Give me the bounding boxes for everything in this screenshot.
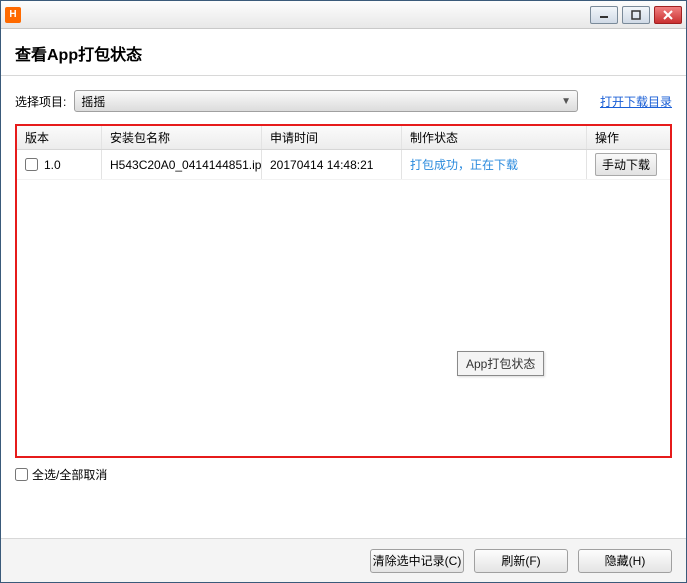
app-window: H 查看App打包状态 选择项目: 摇摇 ▼ 打开下载目录 [0, 0, 687, 583]
select-all-checkbox[interactable] [15, 468, 28, 481]
table-row: 1.0 H543C20A0_0414144851.ipa 20170414 14… [17, 150, 670, 180]
col-header-time: 申请时间 [262, 126, 402, 149]
col-header-op: 操作 [587, 126, 670, 149]
cell-version: 1.0 [44, 158, 61, 172]
select-all-label: 全选/全部取消 [32, 466, 107, 483]
manual-download-button[interactable]: 手动下载 [595, 153, 657, 176]
titlebar: H [1, 1, 686, 29]
table-header: 版本 安装包名称 申请时间 制作状态 操作 [17, 126, 670, 150]
open-download-dir-link[interactable]: 打开下载目录 [600, 93, 672, 110]
refresh-button[interactable]: 刷新(F) [474, 549, 568, 573]
app-icon: H [5, 7, 21, 23]
project-select-value: 摇摇 [81, 93, 105, 110]
project-select[interactable]: 摇摇 ▼ [74, 90, 578, 112]
close-icon [663, 10, 673, 20]
maximize-button[interactable] [622, 6, 650, 24]
col-header-version: 版本 [17, 126, 102, 149]
content-area: 选择项目: 摇摇 ▼ 打开下载目录 版本 安装包名称 申请时间 制作状态 操作 … [1, 76, 686, 483]
row-checkbox[interactable] [25, 158, 38, 171]
page-header: 查看App打包状态 [1, 29, 686, 76]
col-header-state: 制作状态 [402, 126, 587, 149]
clear-selected-button[interactable]: 清除选中记录(C) [370, 549, 464, 573]
page-title: 查看App打包状态 [15, 41, 672, 65]
window-controls [590, 6, 682, 24]
cell-time: 20170414 14:48:21 [262, 150, 402, 179]
chevron-down-icon: ▼ [561, 96, 571, 107]
close-button[interactable] [654, 6, 682, 24]
maximize-icon [631, 10, 641, 20]
footer: 清除选中记录(C) 刷新(F) 隐藏(H) [1, 538, 686, 582]
project-row: 选择项目: 摇摇 ▼ 打开下载目录 [15, 90, 672, 112]
cell-package: H543C20A0_0414144851.ipa [102, 150, 262, 179]
project-label: 选择项目: [15, 93, 66, 110]
minimize-icon [599, 10, 609, 20]
tooltip: App打包状态 [457, 351, 544, 376]
cell-state: 打包成功，正在下载 [410, 156, 518, 173]
status-table: 版本 安装包名称 申请时间 制作状态 操作 1.0 H543C20A0_0414… [15, 124, 672, 458]
hide-button[interactable]: 隐藏(H) [578, 549, 672, 573]
col-header-package: 安装包名称 [102, 126, 262, 149]
minimize-button[interactable] [590, 6, 618, 24]
select-all-row: 全选/全部取消 [15, 466, 672, 483]
